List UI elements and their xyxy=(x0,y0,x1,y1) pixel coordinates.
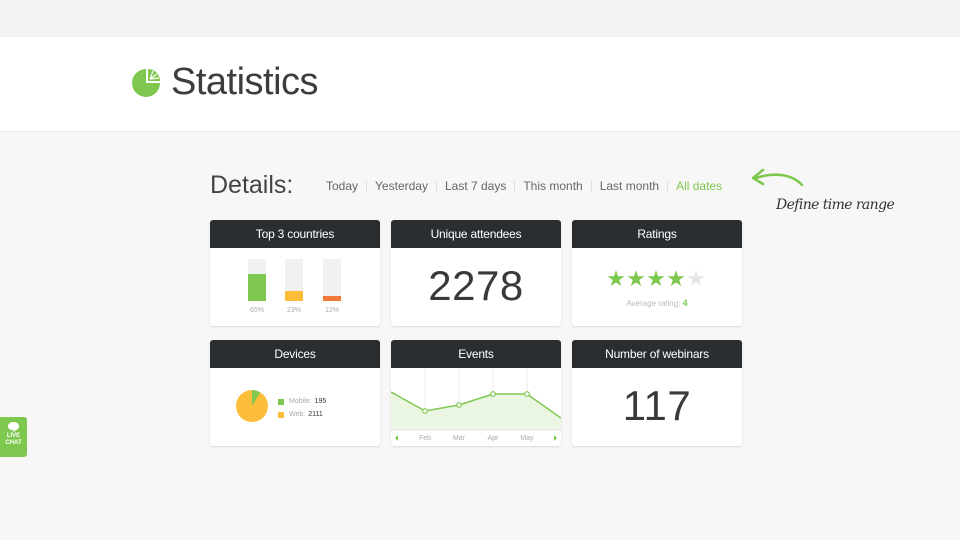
star-icon: ★ xyxy=(606,266,626,291)
arrow-left-icon xyxy=(751,168,804,187)
devices-card: Devices Mobile: 195 Web: 2111 xyxy=(210,340,380,446)
time-range-hint: Define time range xyxy=(776,197,895,213)
bar-track xyxy=(248,259,266,301)
card-title: Devices xyxy=(210,340,380,368)
average-rating: Average rating: 4 xyxy=(572,298,742,308)
legend-web: Web: 2111 xyxy=(278,408,326,421)
page-title: Statistics xyxy=(171,61,319,103)
details-title: Details: xyxy=(210,171,294,199)
month-label: Mar xyxy=(453,435,466,442)
range-tab-last-month[interactable]: Last month xyxy=(592,179,667,193)
devices-legend: Mobile: 195 Web: 2111 xyxy=(278,395,326,421)
legend-mobile: Mobile: 195 xyxy=(278,395,326,408)
web-value: 2111 xyxy=(308,411,323,418)
page-header: Statistics xyxy=(0,37,960,132)
range-tab-yesterday[interactable]: Yesterday xyxy=(367,179,436,193)
event-point xyxy=(490,391,496,397)
range-tab-today[interactable]: Today xyxy=(318,179,366,193)
month-label: Apr xyxy=(488,435,500,442)
mobile-label: Mobile: xyxy=(289,398,312,405)
webinars-count: 117 xyxy=(622,382,692,429)
month-label: Feb xyxy=(419,435,431,442)
star-icon: ★ xyxy=(646,266,666,291)
card-title: Number of webinars xyxy=(572,340,742,368)
star-rating: ★ ★ ★ ★ ★ xyxy=(606,268,706,290)
bar-label: 65% xyxy=(249,307,264,314)
web-swatch xyxy=(278,411,284,418)
range-tab-this-month[interactable]: This month xyxy=(515,179,590,193)
chevron-left-icon xyxy=(395,435,398,441)
star-icon: ★ xyxy=(626,266,646,291)
chat-bubble-icon xyxy=(8,422,19,433)
attendees-count: 2278 xyxy=(428,262,524,309)
live-chat-label-1: LIVE xyxy=(6,433,21,439)
bar-label: 12% xyxy=(324,307,339,314)
devices-pie-chart xyxy=(236,390,268,422)
month-label: May xyxy=(520,435,534,442)
pie-chart-icon xyxy=(132,69,160,97)
bar-fill xyxy=(248,274,266,301)
bar-track xyxy=(323,259,341,301)
range-tab-last-7-days[interactable]: Last 7 days xyxy=(437,179,514,193)
time-range-tabs: Today Yesterday Last 7 days This month L… xyxy=(318,178,730,194)
event-point xyxy=(524,391,530,397)
event-point xyxy=(422,408,428,414)
events-card: Events Feb Mar Apr May xyxy=(391,340,561,446)
events-line-chart: Feb Mar Apr May xyxy=(391,368,561,442)
chevron-right-icon xyxy=(554,435,557,441)
bar-fill xyxy=(285,291,303,301)
bar-fill xyxy=(323,296,341,301)
live-chat-button[interactable]: LIVE CHAT xyxy=(0,417,27,457)
star-icon: ★ xyxy=(666,266,686,291)
webinars-card: Number of webinars 117 xyxy=(572,340,742,446)
top-countries-card: Top 3 countries 65% 23% 12% xyxy=(210,220,380,326)
mobile-value: 195 xyxy=(314,398,327,405)
top-band xyxy=(0,0,960,37)
ratings-card: Ratings ★ ★ ★ ★ ★ Average rating: 4 xyxy=(572,220,742,326)
bar-track xyxy=(285,259,303,301)
unique-attendees-card: Unique attendees 2278 xyxy=(391,220,561,326)
bar-label: 23% xyxy=(286,307,301,314)
web-label: Web: xyxy=(289,411,306,418)
range-tab-all-dates[interactable]: All dates xyxy=(668,179,730,193)
card-title: Events xyxy=(391,340,561,368)
star-icon: ★ xyxy=(686,266,706,291)
average-rating-label: Average rating: xyxy=(626,299,681,308)
countries-bar-chart: 65% 23% 12% xyxy=(210,248,380,326)
average-rating-value: 4 xyxy=(682,298,688,308)
live-chat-label-2: CHAT xyxy=(5,440,22,446)
card-title: Ratings xyxy=(572,220,742,248)
mobile-swatch xyxy=(278,398,284,405)
event-point xyxy=(456,402,462,408)
card-title: Top 3 countries xyxy=(210,220,380,248)
card-title: Unique attendees xyxy=(391,220,561,248)
